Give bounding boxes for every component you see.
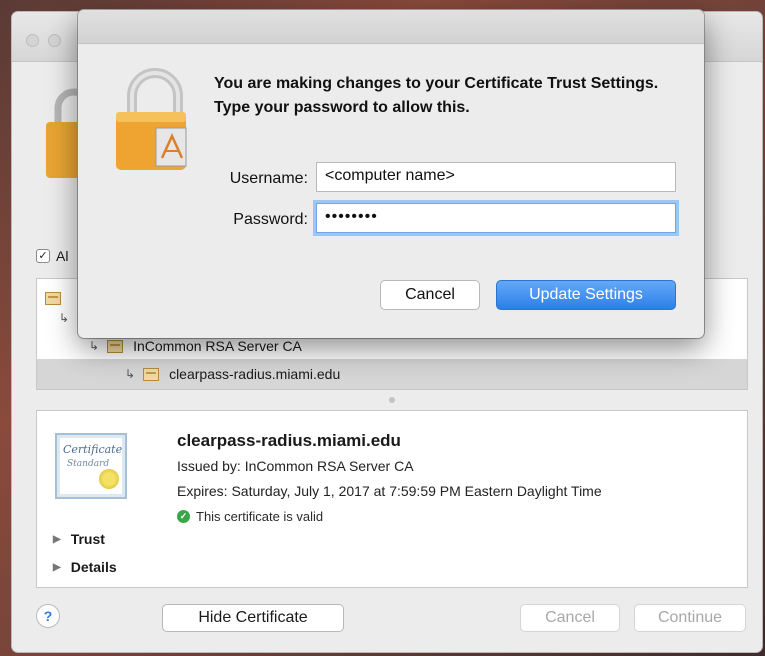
certificate-thumbnail-title: Certificate: [63, 443, 123, 456]
always-trust-label: Al: [56, 248, 69, 264]
always-trust-row[interactable]: ✓ Al: [36, 248, 68, 264]
certificate-status-text: This certificate is valid: [196, 509, 324, 524]
close-window-button[interactable]: [26, 34, 39, 47]
divider-handle-icon: [389, 397, 395, 403]
details-label: Details: [70, 559, 117, 575]
disclosure-triangle-icon: ▶: [53, 533, 61, 545]
tree-item-label: clearpass-radius.miami.edu: [169, 366, 341, 382]
password-field[interactable]: ••••••••: [316, 203, 676, 233]
certificate-name: clearpass-radius.miami.edu: [177, 431, 401, 450]
always-trust-checkbox[interactable]: ✓: [36, 249, 50, 263]
tree-item-label: InCommon RSA Server CA: [133, 338, 302, 354]
password-label: Password:: [233, 211, 308, 228]
hide-certificate-button[interactable]: Hide Certificate: [162, 604, 344, 632]
help-button[interactable]: ?: [36, 604, 60, 628]
certificate-thumbnail: Certificate Standard: [55, 433, 127, 499]
sheet-top-bar: [78, 10, 704, 44]
certificate-detail-panel: Certificate Standard clearpass-radius.mi…: [36, 410, 748, 588]
username-field[interactable]: <computer name>: [316, 162, 676, 192]
lock-icon: [116, 68, 187, 170]
minimize-window-button[interactable]: [48, 34, 61, 47]
certificate-icon: [143, 367, 160, 381]
child-arrow-icon: ↳: [125, 367, 136, 381]
authentication-sheet: You are making changes to your Certifica…: [78, 10, 704, 338]
split-view-divider[interactable]: [36, 394, 748, 406]
certificate-icon: [107, 339, 124, 353]
tree-row-selected[interactable]: ↳ clearpass-radius.miami.edu: [37, 359, 747, 389]
trust-label: Trust: [70, 531, 105, 547]
certificate-expiry: Expires: Saturday, July 1, 2017 at 7:59:…: [177, 483, 602, 499]
checkmark-icon: ✓: [177, 510, 190, 523]
cancel-button[interactable]: Cancel: [380, 280, 480, 310]
child-arrow-icon: ↳: [89, 339, 100, 353]
update-settings-button[interactable]: Update Settings: [496, 280, 676, 310]
seal-icon: [99, 469, 119, 489]
certificate-thumbnail-subtitle: Standard: [67, 459, 110, 469]
details-disclosure[interactable]: ▶ Details: [53, 559, 117, 575]
disclosure-triangle-icon: ▶: [53, 561, 61, 573]
cancel-button[interactable]: Cancel: [520, 604, 620, 632]
certificate-status: ✓ This certificate is valid: [177, 509, 323, 524]
continue-button[interactable]: Continue: [634, 604, 746, 632]
username-label: Username:: [229, 170, 308, 187]
sheet-message: You are making changes to your Certifica…: [214, 75, 659, 116]
certificate-issuer: Issued by: InCommon RSA Server CA: [177, 458, 414, 474]
trust-disclosure[interactable]: ▶ Trust: [53, 531, 105, 547]
child-arrow-icon: ↳: [59, 311, 70, 325]
